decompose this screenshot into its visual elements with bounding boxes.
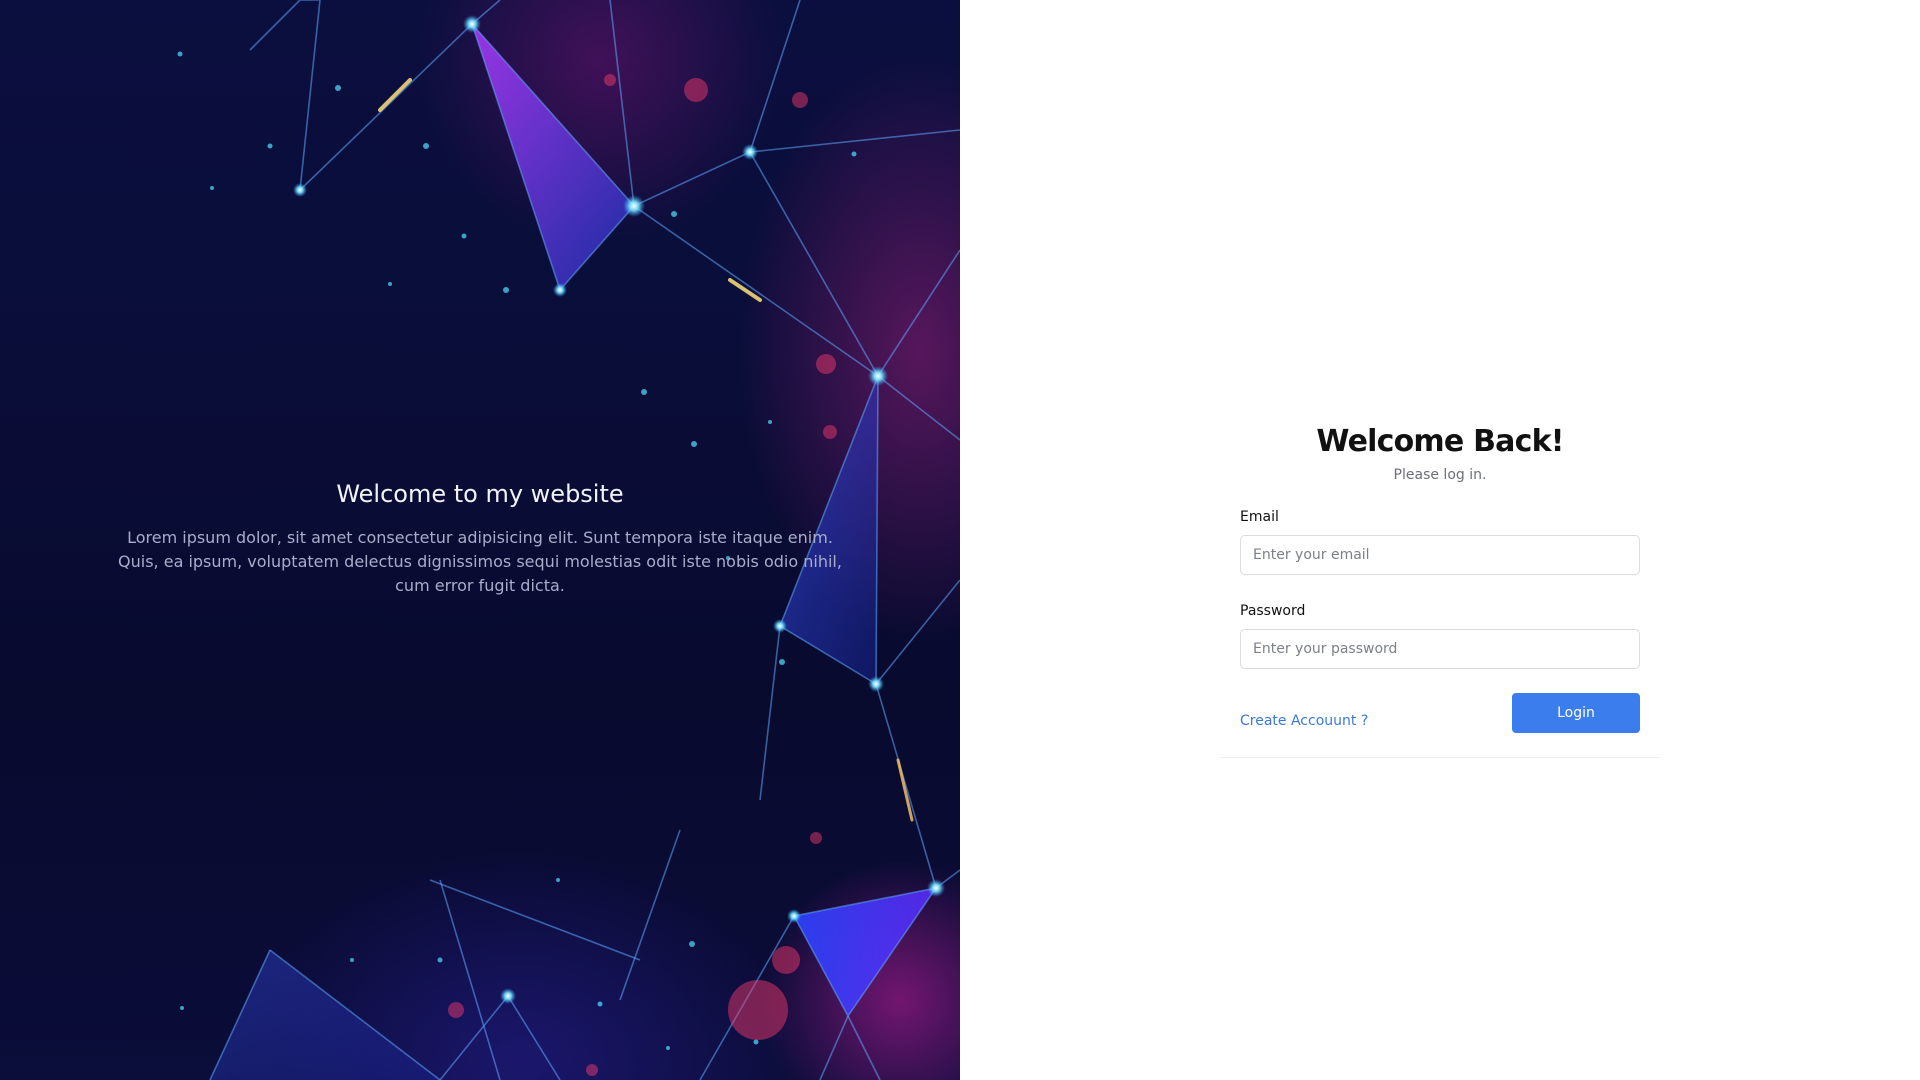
- password-input[interactable]: [1240, 629, 1640, 669]
- hero-panel: Welcome to my website Lorem ipsum dolor,…: [0, 0, 960, 1080]
- login-title: Welcome Back!: [1316, 424, 1564, 459]
- login-subtitle: Please log in.: [1393, 467, 1487, 483]
- login-form: Welcome Back! Please log in. Email Passw…: [1220, 388, 1660, 758]
- login-panel: Welcome Back! Please log in. Email Passw…: [960, 0, 1920, 1080]
- create-account-link[interactable]: Create Accouunt ?: [1240, 713, 1368, 729]
- email-label: Email: [1240, 509, 1279, 525]
- login-page: Welcome to my website Lorem ipsum dolor,…: [0, 0, 1920, 1080]
- email-input[interactable]: [1240, 535, 1640, 575]
- password-label: Password: [1240, 603, 1306, 619]
- hero-title: Welcome to my website: [336, 480, 624, 508]
- form-actions: Create Accouunt ? Login: [1240, 693, 1640, 733]
- hero-description: Lorem ipsum dolor, sit amet consectetur …: [118, 528, 842, 595]
- hero-content: Welcome to my website Lorem ipsum dolor,…: [110, 480, 850, 598]
- login-button[interactable]: Login: [1512, 693, 1640, 733]
